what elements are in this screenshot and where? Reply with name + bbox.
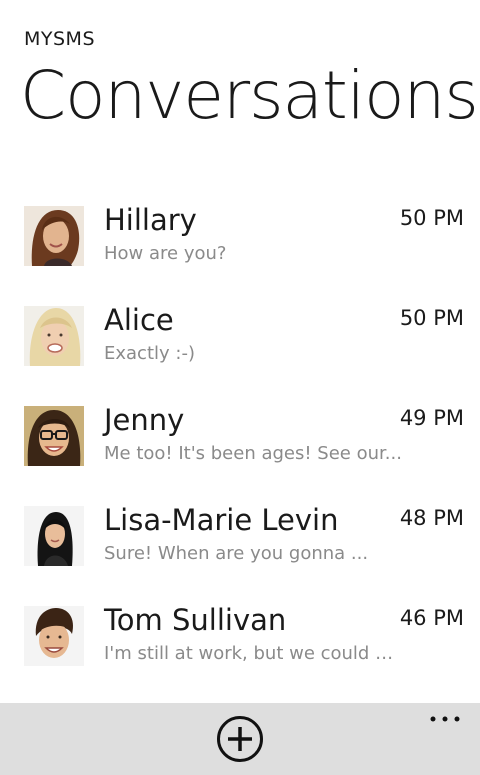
app-bar: [0, 703, 480, 775]
page-title: Conversations: [20, 57, 479, 134]
conversation-item-alice[interactable]: Alice Exactly :-) 50 PM: [0, 300, 480, 400]
message-preview: Sure! When are you gonna ...: [104, 543, 369, 564]
message-preview: Me too! It's been ages! See our...: [104, 443, 402, 464]
message-preview: I'm still at work, but we could meet...: [104, 643, 404, 664]
avatar-jenny: [24, 406, 84, 466]
contact-name: Alice: [104, 303, 174, 337]
avatar-alice: [24, 306, 84, 366]
message-preview: Exactly :-): [104, 343, 195, 364]
add-circle-icon[interactable]: [216, 715, 264, 763]
timestamp: 50 PM: [399, 206, 464, 230]
timestamp: 46 PM: [399, 606, 464, 630]
conversation-item-lisa-marie-levin[interactable]: Lisa-Marie Levin Sure! When are you gonn…: [0, 500, 480, 600]
app-name: MYSMS: [24, 28, 96, 50]
avatar-hillary: [24, 206, 84, 266]
contact-name: Jenny: [104, 403, 185, 437]
avatar-tom-sullivan: [24, 606, 84, 666]
contact-name: Lisa-Marie Levin: [104, 503, 339, 537]
contact-name: Tom Sullivan: [104, 603, 287, 637]
timestamp: 49 PM: [399, 406, 464, 430]
conversation-item-hillary[interactable]: Hillary How are you? 50 PM: [0, 200, 480, 300]
conversation-list: Hillary How are you? 50 PM Alice Exactly…: [0, 200, 480, 700]
ellipsis-icon[interactable]: [428, 709, 462, 729]
timestamp: 48 PM: [399, 506, 464, 530]
timestamp: 50 PM: [399, 306, 464, 330]
conversation-item-jenny[interactable]: Jenny Me too! It's been ages! See our...…: [0, 400, 480, 500]
conversation-item-tom-sullivan[interactable]: Tom Sullivan I'm still at work, but we c…: [0, 600, 480, 700]
message-preview: How are you?: [104, 243, 227, 264]
avatar-lisa-marie-levin: [24, 506, 84, 566]
contact-name: Hillary: [104, 203, 197, 237]
